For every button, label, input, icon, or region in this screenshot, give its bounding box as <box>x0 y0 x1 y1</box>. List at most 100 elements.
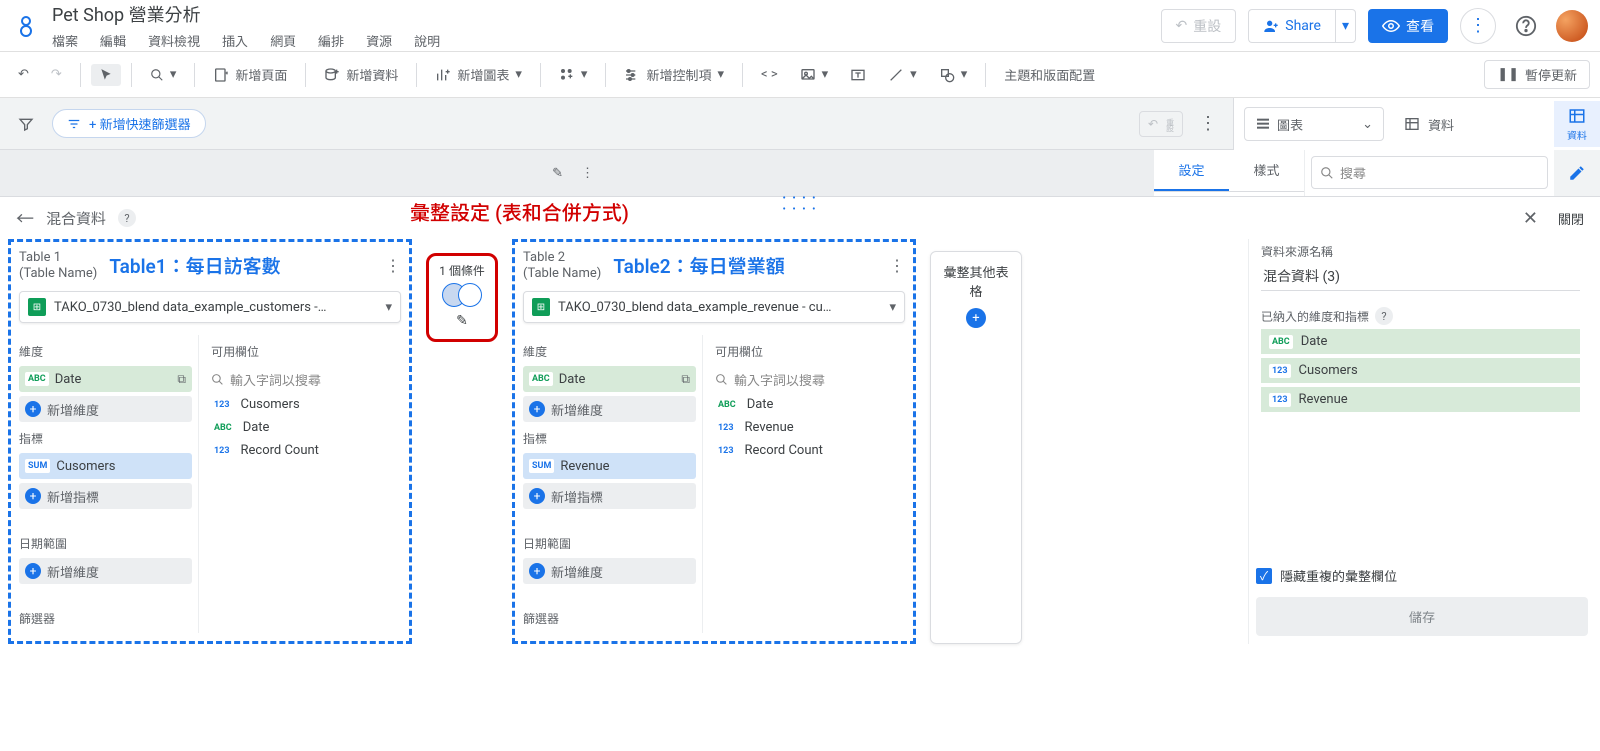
reset-button[interactable]: ↶ 重設 <box>1161 9 1237 43</box>
edit-pencil-icon[interactable]: ✎ <box>552 166 563 181</box>
community-viz-button[interactable]: ▾ <box>551 63 596 87</box>
metric-section-label: 指標 <box>19 430 192 447</box>
tab-style[interactable]: 樣式 <box>1229 150 1304 191</box>
add-quick-filter-button[interactable]: + 新增快速篩選器 <box>52 109 206 138</box>
pointer-tool[interactable] <box>91 64 121 86</box>
embed-button[interactable]: < > <box>753 63 786 86</box>
dimension-chip[interactable]: ABC Date ⧉ <box>19 366 192 392</box>
table-annotation: Table2：每日營業額 <box>613 252 784 279</box>
add-daterange-button[interactable]: + 新增維度 <box>19 558 192 584</box>
share-dropdown[interactable]: ▾ <box>1335 9 1356 43</box>
link-icon: ⧉ <box>681 372 690 387</box>
add-dimension-button[interactable]: + 新增維度 <box>19 396 192 422</box>
theme-button[interactable]: 主題和版面配置 <box>996 61 1103 88</box>
undo-button[interactable]: ↶ <box>10 63 37 86</box>
save-area: ✓ 隱藏重複的彙整欄位 儲存 <box>1256 566 1588 636</box>
datasource-name-input[interactable] <box>1261 262 1580 291</box>
output-field-chip[interactable]: 123Revenue <box>1261 387 1580 412</box>
datasource-select[interactable]: ⊞ TAKO_0730_blend data_example_customers… <box>19 291 401 323</box>
available-search-input[interactable]: 輸入字詞以搜尋 <box>211 366 401 393</box>
hide-dup-checkbox[interactable]: ✓ 隱藏重複的彙整欄位 <box>1256 566 1588 585</box>
table-more-button[interactable]: ⋮ <box>889 256 905 275</box>
plus-icon: + <box>529 401 545 417</box>
menu-file[interactable]: 檔案 <box>52 31 78 50</box>
add-daterange-button[interactable]: + 新增維度 <box>523 558 696 584</box>
menu-bar: 檔案 編輯 資料檢視 插入 網頁 編排 資源 說明 <box>52 31 440 50</box>
available-search-input[interactable]: 輸入字詞以搜尋 <box>715 366 905 393</box>
daterange-section-label: 日期範圍 <box>523 535 696 552</box>
table-card-2: Table 2(Table Name) Table2：每日營業額 ⋮ ⊞ TAK… <box>512 239 916 644</box>
add-dimension-button[interactable]: + 新增維度 <box>523 396 696 422</box>
menu-arrange[interactable]: 編排 <box>318 31 344 50</box>
available-field[interactable]: 123 Record Count <box>211 439 401 462</box>
close-button[interactable]: 關閉 <box>1558 209 1584 228</box>
filter-icon[interactable] <box>10 112 42 136</box>
view-button[interactable]: 查看 <box>1368 9 1448 43</box>
metric-section-label: 指標 <box>523 430 696 447</box>
add-control-button[interactable]: 新增控制項 ▾ <box>616 61 732 88</box>
back-arrow-icon[interactable]: ← <box>16 205 34 231</box>
available-field[interactable]: ABC Date <box>715 393 905 416</box>
table-more-button[interactable]: ⋮ <box>385 256 401 275</box>
help-icon[interactable]: ? <box>118 209 136 227</box>
properties-tabs: 設定 樣式 <box>1154 150 1304 192</box>
metric-chip[interactable]: SUM Revenue <box>523 453 696 479</box>
metric-chip[interactable]: SUM Cusomers <box>19 453 192 479</box>
add-metric-button[interactable]: + 新增指標 <box>523 483 696 509</box>
doc-title[interactable]: Pet Shop 營業分析 <box>52 1 440 27</box>
share-button[interactable]: Share <box>1248 9 1335 43</box>
filter-more-button[interactable]: ⋮ <box>1193 113 1223 134</box>
help-button[interactable] <box>1508 8 1544 44</box>
type-badge: ABC <box>25 372 49 386</box>
save-button[interactable]: 儲存 <box>1256 597 1588 636</box>
zoom-tool[interactable]: ▾ <box>142 63 185 86</box>
canvas-more-icon[interactable]: ⋮ <box>581 166 594 181</box>
dimension-section-label: 維度 <box>523 343 696 360</box>
join-config[interactable]: 1 個條件 ✎ <box>412 239 512 644</box>
menu-view[interactable]: 資料檢視 <box>148 31 200 50</box>
line-button[interactable]: ▾ <box>880 63 925 87</box>
aggregate-other-card[interactable]: 彙整其他表格 + <box>930 251 1022 644</box>
reset-small-button[interactable]: ↶重設 <box>1139 111 1183 137</box>
account-avatar[interactable] <box>1556 10 1588 42</box>
filter-section-label: 篩選器 <box>523 610 696 627</box>
field-search-input[interactable]: 搜尋 <box>1311 156 1548 189</box>
sheets-icon: ⊞ <box>532 298 550 316</box>
menu-page[interactable]: 網頁 <box>270 31 296 50</box>
available-fields-label: 可用欄位 <box>715 343 905 360</box>
redo-button[interactable]: ↷ <box>43 63 70 86</box>
chart-type-select[interactable]: 圖表 ⌄ <box>1244 107 1384 141</box>
output-field-chip[interactable]: 123Cusomers <box>1261 358 1580 383</box>
available-field[interactable]: ABC Date <box>211 416 401 439</box>
help-icon[interactable]: ? <box>1375 307 1393 325</box>
pencil-icon: ✎ <box>439 313 485 329</box>
available-field[interactable]: 123 Record Count <box>715 439 905 462</box>
check-icon: ✓ <box>1256 568 1272 584</box>
more-options-button[interactable]: ⋮ <box>1460 8 1496 44</box>
menu-help[interactable]: 說明 <box>414 31 440 50</box>
close-icon[interactable]: ✕ <box>1523 208 1538 229</box>
datasource-select[interactable]: ⊞ TAKO_0730_blend data_example_revenue -… <box>523 291 905 323</box>
shape-button[interactable]: ▾ <box>931 63 976 87</box>
available-field[interactable]: 123 Cusomers <box>211 393 401 416</box>
rail-data-button[interactable]: 資料 <box>1554 101 1600 147</box>
drag-handle-icon[interactable]: • • • •• • • • <box>783 193 818 215</box>
add-data-button[interactable]: 新增資料 <box>316 61 406 88</box>
blend-title: 混合資料 <box>46 208 106 229</box>
menu-edit[interactable]: 編輯 <box>100 31 126 50</box>
add-page-button[interactable]: 新增頁面 <box>205 61 295 88</box>
dimension-chip[interactable]: ABC Date ⧉ <box>523 366 696 392</box>
text-button[interactable] <box>842 63 874 87</box>
rail-edit-button[interactable] <box>1554 150 1600 196</box>
pause-updates-button[interactable]: ❚❚ 暫停更新 <box>1484 60 1590 89</box>
available-field[interactable]: 123 Revenue <box>715 416 905 439</box>
menu-resource[interactable]: 資源 <box>366 31 392 50</box>
output-field-chip[interactable]: ABCDate <box>1261 329 1580 354</box>
add-chart-button[interactable]: 新增圖表 ▾ <box>427 61 530 88</box>
tab-settings[interactable]: 設定 <box>1154 150 1229 191</box>
table-card-1: Table 1(Table Name) Table1：每日訪客數 ⋮ ⊞ TAK… <box>8 239 412 644</box>
type-badge: SUM <box>25 459 50 473</box>
menu-insert[interactable]: 插入 <box>222 31 248 50</box>
add-metric-button[interactable]: + 新增指標 <box>19 483 192 509</box>
image-button[interactable]: ▾ <box>792 63 837 87</box>
